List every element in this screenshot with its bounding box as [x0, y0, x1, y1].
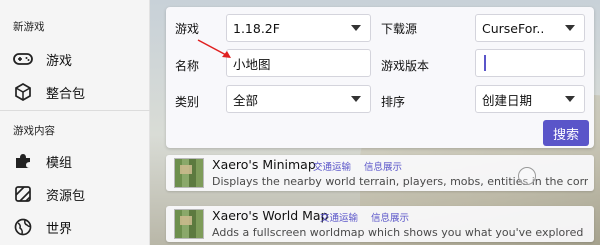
mod-tag: 交通运输: [313, 162, 352, 173]
mod-thumbnail: [174, 209, 204, 239]
category-select[interactable]: 全部: [226, 85, 371, 113]
sidebar: 新游戏 游戏 整合包 游戏内容 模组 资源包 世界: [0, 0, 150, 245]
search-filter-panel: 游戏 1.18.2F 下载源 CurseFor.. 名称 游戏版本 类别 全部 …: [166, 7, 594, 148]
sort-value: 创建日期: [482, 92, 533, 108]
globe-icon: [12, 216, 34, 238]
download-source-value: CurseFor..: [482, 20, 545, 36]
game-label: 游戏: [175, 22, 200, 36]
chevron-down-icon: [351, 96, 361, 102]
game-version-select[interactable]: 1.18.2F: [226, 14, 371, 42]
sidebar-item-label: 模组: [46, 155, 73, 171]
game-version-label: 游戏版本: [381, 59, 430, 73]
sort-label: 排序: [381, 95, 406, 109]
sidebar-item-label: 整合包: [46, 86, 86, 102]
sidebar-divider: [0, 110, 150, 111]
texture-pack-icon: [12, 183, 34, 205]
puzzle-icon: [12, 150, 34, 172]
download-source-label: 下载源: [381, 22, 418, 36]
download-source-select[interactable]: CurseFor..: [475, 14, 585, 42]
sidebar-item-worlds[interactable]: 世界: [0, 210, 150, 244]
sidebar-item-resource-packs[interactable]: 资源包: [0, 177, 150, 211]
sidebar-section-title-new-game: 新游戏: [13, 21, 45, 33]
mod-description: Adds a fullscreen worldmap which shows y…: [212, 226, 584, 239]
text-cursor: [484, 55, 486, 71]
sidebar-item-mods[interactable]: 模组: [0, 144, 150, 178]
package-icon: [12, 81, 34, 103]
mod-title: Xaero's Minimap: [212, 157, 316, 172]
sort-select[interactable]: 创建日期: [475, 85, 585, 113]
sidebar-item-label: 资源包: [46, 188, 86, 204]
sidebar-section-title-game-content: 游戏内容: [13, 125, 55, 137]
mod-title: Xaero's World Map: [212, 208, 329, 223]
touch-indicator: [518, 167, 536, 185]
game-version-input[interactable]: [475, 49, 585, 77]
sidebar-item-label: 世界: [46, 221, 73, 237]
chevron-down-icon: [565, 25, 575, 31]
list-item[interactable]: Xaero's Minimap 交通运输 信息展示 Displays the n…: [166, 155, 594, 191]
sidebar-item-label: 游戏: [46, 53, 73, 69]
gamepad-icon: [12, 48, 34, 70]
mod-tag: 信息展示: [371, 213, 410, 224]
name-search-input[interactable]: [226, 49, 371, 77]
mod-tag: 信息展示: [364, 162, 403, 173]
chevron-down-icon: [351, 25, 361, 31]
mod-thumbnail: [174, 158, 204, 188]
sidebar-item-game[interactable]: 游戏: [0, 42, 150, 76]
annotation-arrow-icon: [197, 39, 231, 58]
game-version-value: 1.18.2F: [233, 20, 280, 36]
sidebar-item-modpack[interactable]: 整合包: [0, 75, 150, 109]
chevron-down-icon: [565, 96, 575, 102]
mod-tag: 交通运输: [320, 213, 359, 224]
name-input[interactable]: [233, 55, 370, 71]
list-item[interactable]: Xaero's World Map 交通运输 信息展示 Adds a fulls…: [166, 206, 594, 242]
category-label: 类别: [175, 95, 200, 109]
search-button[interactable]: 搜索: [543, 120, 589, 146]
category-value: 全部: [233, 92, 259, 108]
